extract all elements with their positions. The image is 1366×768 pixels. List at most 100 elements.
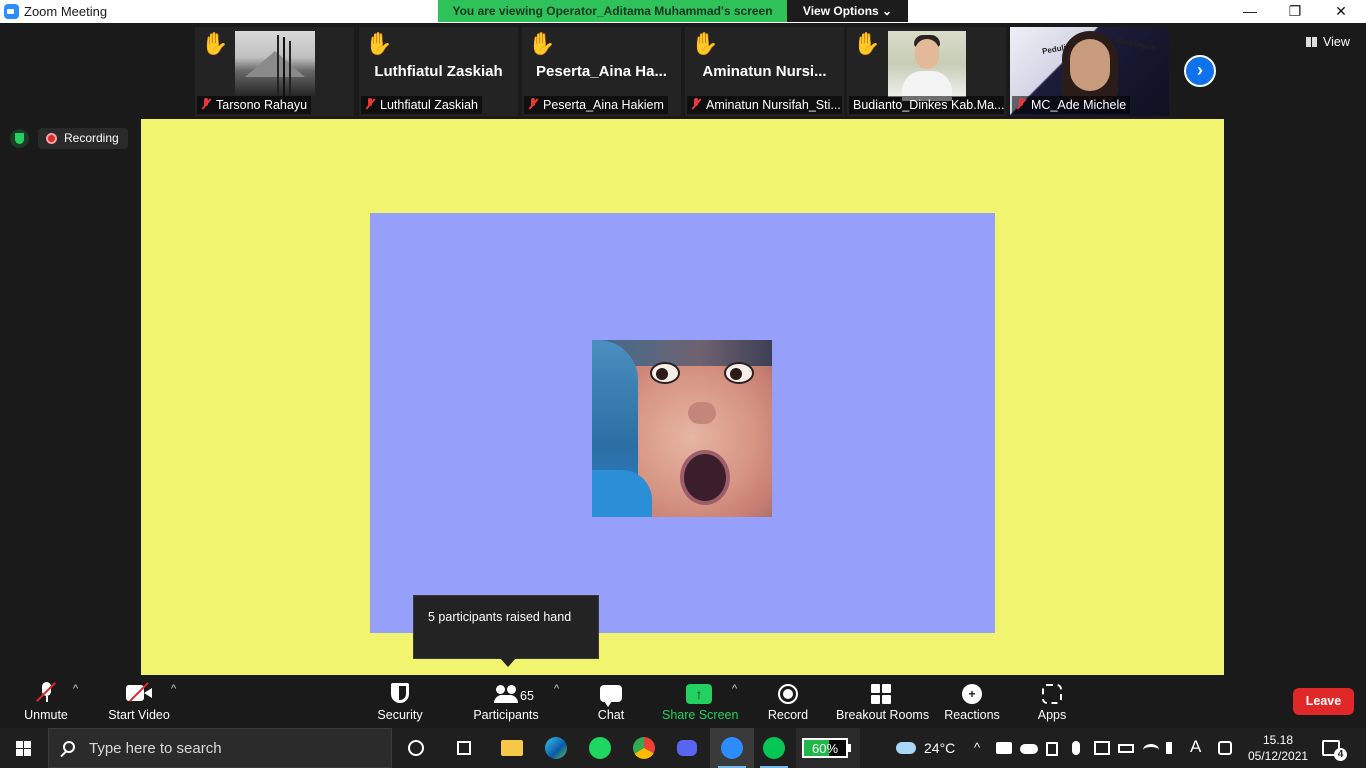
- raised-hand-icon: ✋: [528, 31, 556, 56]
- raised-hand-icon: ✋: [201, 31, 229, 56]
- record-button[interactable]: Record: [766, 675, 810, 728]
- battery-icon: 60%: [802, 738, 848, 758]
- tray-overflow-caret[interactable]: ^: [974, 740, 980, 755]
- view-button[interactable]: View: [1306, 35, 1350, 49]
- window-title: Zoom Meeting: [24, 4, 108, 19]
- microphone-tray-icon[interactable]: [1072, 741, 1080, 755]
- wifi-icon[interactable]: [1143, 744, 1159, 756]
- participant-display-name: Aminatun Nursi...: [702, 63, 827, 80]
- temperature: 24°C: [924, 740, 956, 756]
- battery-percent: 60%: [811, 741, 839, 756]
- minimize-button[interactable]: —: [1227, 0, 1273, 23]
- video-options-caret[interactable]: ^: [171, 683, 176, 695]
- start-video-button[interactable]: Start Video: [104, 675, 174, 728]
- record-icon: [778, 684, 798, 704]
- next-page-arrow-icon[interactable]: ›: [1184, 55, 1216, 87]
- battery-monitor-app[interactable]: 60%: [796, 728, 860, 768]
- encryption-shield-icon[interactable]: [10, 129, 29, 148]
- participant-video: [888, 31, 966, 101]
- apps-icon: [1042, 684, 1062, 704]
- audio-options-caret[interactable]: ^: [73, 683, 78, 695]
- mic-muted-icon: [691, 98, 701, 110]
- video-overlay-text: Masa Depan: [1114, 36, 1157, 53]
- participant-tile[interactable]: ✋ Budianto_Dinkes Kab.Ma...: [847, 27, 1006, 116]
- participant-name: Aminatun Nursifah_Sti...: [706, 98, 841, 112]
- participant-tile[interactable]: ✋ Peserta_Aina Ha... Peserta_Aina Hakiem: [522, 27, 681, 116]
- participant-display-name: Luthfiatul Zaskiah: [374, 63, 503, 80]
- windows-taskbar: Type here to search 60% 24°C ^ A 15.18 0…: [0, 728, 1366, 768]
- search-placeholder: Type here to search: [89, 740, 222, 757]
- presentation-slide: [370, 213, 995, 633]
- search-icon: [63, 741, 75, 753]
- weather-cloud-icon: [896, 742, 916, 754]
- windows-start-icon[interactable]: [0, 728, 48, 768]
- eye: [650, 362, 680, 384]
- raised-hand-icon: ✋: [691, 31, 719, 56]
- participant-tile[interactable]: ✋ Tarsono Rahayu: [195, 27, 354, 116]
- zoom-window: Zoom Meeting — ❐ ✕ You are viewing Opera…: [0, 0, 1366, 768]
- display-icon[interactable]: [1094, 741, 1110, 755]
- breakout-rooms-button[interactable]: Breakout Rooms: [836, 675, 929, 728]
- keyboard-indicator-icon[interactable]: [1218, 741, 1232, 755]
- participant-name-label: Luthfiatul Zaskiah: [361, 96, 482, 114]
- participant-tile[interactable]: ✋ Aminatun Nursi... Aminatun Nursifah_St…: [685, 27, 844, 116]
- unmute-button[interactable]: Unmute: [20, 675, 72, 728]
- unmute-label: Unmute: [24, 708, 68, 722]
- share-screen-button[interactable]: ↑ Share Screen: [662, 675, 738, 728]
- spotify-icon[interactable]: [578, 728, 622, 768]
- webcam-icon[interactable]: [1046, 742, 1058, 756]
- cortana-icon[interactable]: [394, 728, 438, 768]
- weather-widget[interactable]: 24°C: [896, 740, 955, 756]
- participants-button[interactable]: 65 Participants: [472, 675, 540, 728]
- onedrive-cloud-icon[interactable]: [1020, 744, 1038, 754]
- meeting-toolbar: Unmute ^ Start Video ^ Security 65 Parti…: [0, 675, 1366, 728]
- file-explorer-icon[interactable]: [490, 728, 534, 768]
- participant-name-label: Peserta_Aina Hakiem: [524, 96, 668, 114]
- shared-screen: [141, 119, 1224, 675]
- participant-name: Tarsono Rahayu: [216, 98, 308, 112]
- participant-tile[interactable]: Peduli Masa Depan MC_Ade Michele: [1010, 27, 1169, 116]
- participants-options-caret[interactable]: ^: [554, 683, 559, 695]
- raised-hand-icon: ✋: [853, 31, 881, 56]
- record-label: Record: [767, 708, 809, 722]
- recording-indicator[interactable]: Recording: [38, 128, 128, 149]
- reactions-label: Reactions: [944, 708, 1000, 722]
- raised-hands-tooltip: 5 participants raised hand: [413, 595, 599, 667]
- close-button[interactable]: ✕: [1318, 0, 1364, 23]
- edge-browser-icon[interactable]: [534, 728, 578, 768]
- view-options-button[interactable]: View Options ⌄: [787, 0, 908, 22]
- start-video-label: Start Video: [108, 708, 170, 722]
- security-button[interactable]: Security: [372, 675, 428, 728]
- participant-name-label: MC_Ade Michele: [1012, 96, 1131, 114]
- line-app-icon[interactable]: [752, 728, 796, 768]
- taskbar-search-input[interactable]: Type here to search: [48, 728, 392, 768]
- apps-button[interactable]: Apps: [1034, 675, 1070, 728]
- input-method-indicator[interactable]: A: [1190, 737, 1201, 757]
- discord-icon[interactable]: [666, 728, 710, 768]
- reactions-button[interactable]: + Reactions: [944, 675, 1000, 728]
- chat-button[interactable]: Chat: [591, 675, 631, 728]
- dropbox-icon[interactable]: [996, 742, 1012, 754]
- participant-tile[interactable]: ✋ Luthfiatul Zaskiah Luthfiatul Zaskiah: [359, 27, 518, 116]
- zoom-app-icon: [4, 4, 19, 19]
- clock-date: 05/12/2021: [1248, 749, 1309, 763]
- battery-tray-icon[interactable]: [1118, 744, 1134, 753]
- participants-label: Participants: [473, 708, 539, 722]
- participant-name: Luthfiatul Zaskiah: [380, 98, 478, 112]
- clock-time: 15.18: [1262, 733, 1294, 747]
- volume-icon[interactable]: [1166, 742, 1180, 754]
- notification-count: 4: [1334, 748, 1347, 761]
- chrome-icon[interactable]: [622, 728, 666, 768]
- leave-button[interactable]: Leave: [1293, 688, 1354, 715]
- participant-video: [235, 31, 315, 97]
- notification-center-icon[interactable]: 4: [1322, 740, 1347, 761]
- task-view-icon[interactable]: [442, 728, 486, 768]
- share-screen-icon: ↑: [686, 684, 712, 704]
- mic-muted-icon: [528, 98, 538, 110]
- zoom-taskbar-icon[interactable]: [710, 728, 754, 768]
- security-shield-icon: [391, 683, 409, 703]
- system-clock[interactable]: 15.18 05/12/2021: [1248, 732, 1308, 764]
- viewing-screen-banner: You are viewing Operator_Aditama Muhamma…: [438, 0, 787, 22]
- restore-button[interactable]: ❐: [1272, 0, 1318, 23]
- share-options-caret[interactable]: ^: [732, 683, 737, 695]
